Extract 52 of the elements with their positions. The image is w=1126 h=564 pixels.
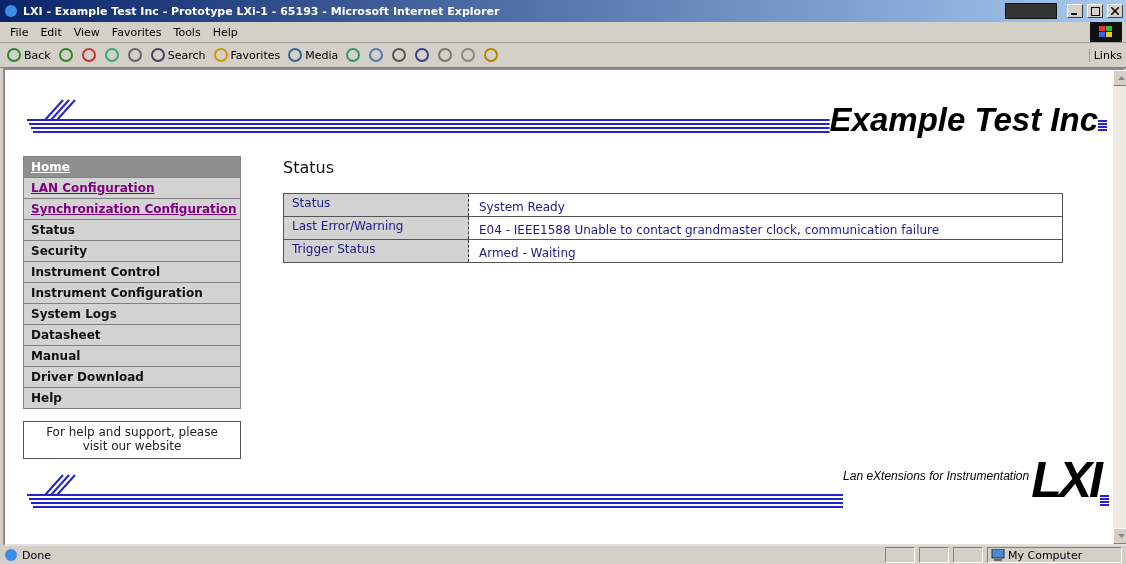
nav-link[interactable]: LAN Configuration: [24, 178, 240, 199]
back-button[interactable]: Back: [4, 45, 53, 65]
nav-link[interactable]: Manual: [24, 346, 240, 367]
value-cell: System Ready: [468, 193, 1063, 217]
menu-item[interactable]: File: [4, 25, 35, 39]
status-panel: [953, 547, 983, 563]
zone-indicator: My Computer: [987, 547, 1122, 563]
menu-item[interactable]: Favorites: [105, 25, 168, 39]
status-text: Done: [22, 548, 52, 562]
media-button[interactable]: Media: [285, 45, 341, 65]
scrollbar[interactable]: [1113, 70, 1126, 544]
computer-icon: [991, 549, 1005, 561]
close-icon: [1111, 7, 1119, 15]
label-cell: Last Error/Warning: [283, 216, 469, 240]
search-button[interactable]: Search: [147, 45, 208, 65]
page-heading: Status: [283, 158, 335, 177]
help-note: For help and support, please visit our website: [23, 421, 241, 459]
windows-logo: [1090, 22, 1122, 42]
label-cell: Trigger Status: [283, 239, 469, 263]
nav-link[interactable]: Driver Download: [24, 367, 240, 388]
nav-link[interactable]: Security: [24, 241, 240, 262]
close-button[interactable]: [1107, 4, 1123, 18]
menu-item[interactable]: Help: [206, 25, 244, 39]
menu-item[interactable]: Edit: [34, 25, 68, 39]
links-button[interactable]: Links: [1088, 48, 1122, 62]
nav-link[interactable]: Status: [24, 220, 240, 241]
menu-item[interactable]: Tools: [167, 25, 207, 39]
nav-link[interactable]: Instrument Configuration: [24, 283, 240, 304]
scroll-up-icon[interactable]: [1113, 70, 1126, 86]
nav-link[interactable]: Help: [24, 388, 240, 408]
tagline: Lan eXtensions for Instrumentation: [843, 469, 1030, 483]
menu-item[interactable]: View: [67, 25, 106, 39]
lxi-logo: LXI: [1031, 455, 1100, 505]
minimize-button[interactable]: [1067, 4, 1083, 18]
stripes-icon: [1100, 495, 1109, 507]
favorites-button[interactable]: Favorites: [210, 45, 283, 65]
nav-link[interactable]: System Logs: [24, 304, 240, 325]
tray-icons: [1005, 3, 1057, 19]
nav-link[interactable]: Synchronization Configuration: [24, 199, 240, 220]
stripes-icon: [1098, 120, 1107, 132]
window-title: LXI - Example Test Inc - Prototype LXi-1 - 65193 - Microsoft Internet Explorer: [23, 4, 501, 18]
value-cell: E04 - IEEE1588 Unable to contact grandmaster clock, communication failure: [468, 216, 1063, 240]
nav-link[interactable]: Datasheet: [24, 325, 240, 346]
maximize-button[interactable]: [1087, 4, 1103, 18]
nav-link[interactable]: Instrument Control: [24, 262, 240, 283]
maximize-icon: [1090, 6, 1100, 16]
label-cell: Status: [283, 193, 469, 217]
company-name: Example Test Inc: [829, 103, 1098, 136]
status-panel: [885, 547, 915, 563]
status-panel: [919, 547, 949, 563]
scroll-down-icon[interactable]: [1113, 528, 1126, 544]
value-cell: Armed - Waiting: [468, 239, 1063, 263]
